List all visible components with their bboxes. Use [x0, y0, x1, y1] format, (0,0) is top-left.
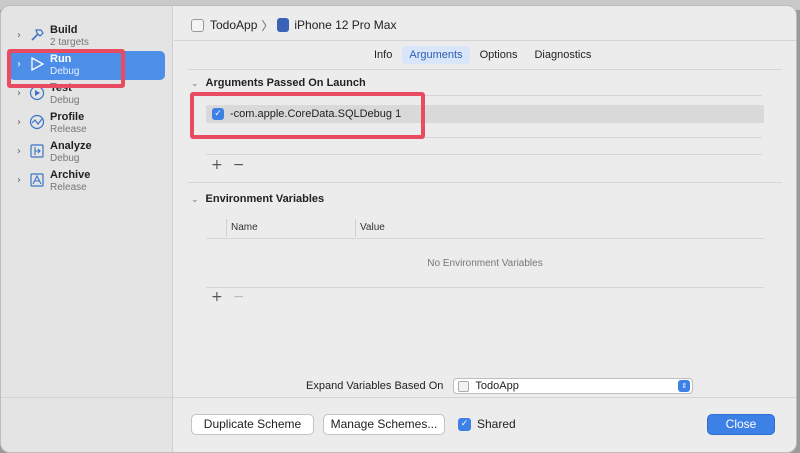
- expand-variables-label: Expand Variables Based On: [306, 380, 444, 392]
- chevron-right-icon[interactable]: ›: [17, 117, 21, 128]
- sidebar-item-profile[interactable]: › Profile Release: [9, 109, 165, 138]
- header-divider: [174, 40, 796, 41]
- sidebar-item-subtitle: Debug: [50, 153, 80, 164]
- tab-diagnostics[interactable]: Diagnostics: [527, 46, 598, 64]
- tab-info[interactable]: Info: [367, 46, 399, 64]
- sidebar-item-title: Profile: [50, 111, 85, 123]
- column-divider: [355, 219, 356, 237]
- archive-icon: [30, 173, 44, 187]
- close-button[interactable]: Close: [707, 414, 775, 435]
- analyze-icon: [30, 144, 44, 158]
- breadcrumb-device[interactable]: iPhone 12 Pro Max: [294, 18, 396, 32]
- hammer-icon: [31, 29, 44, 41]
- highlight-argument-annotation: [190, 92, 425, 139]
- target-icon: [458, 380, 470, 392]
- breadcrumb-separator: 〉: [261, 18, 274, 33]
- environment-section-label: Environment Variables: [205, 193, 325, 205]
- expand-variables-value: TodoApp: [475, 380, 519, 392]
- remove-argument-button[interactable]: −: [233, 157, 245, 173]
- highlight-run-annotation: [7, 49, 125, 88]
- sidebar-item-analyze[interactable]: › Analyze Debug: [9, 138, 165, 167]
- footer-divider: [1, 397, 796, 398]
- shared-checkbox[interactable]: ✓: [458, 417, 471, 431]
- environment-section-title[interactable]: ⌄ Environment Variables: [191, 193, 324, 205]
- sidebar-item-title: Archive: [50, 169, 91, 181]
- sidebar-item-subtitle: Debug: [50, 95, 80, 106]
- profile-icon: [29, 114, 45, 130]
- chevron-right-icon[interactable]: ›: [17, 175, 21, 186]
- section-divider: [188, 182, 782, 183]
- chevron-right-icon[interactable]: ›: [17, 146, 21, 157]
- device-icon: [277, 18, 290, 32]
- chevron-down-icon[interactable]: ⌄: [191, 195, 199, 205]
- arguments-add-remove: + −: [211, 157, 244, 173]
- chevron-down-icon[interactable]: ⌄: [191, 79, 199, 89]
- manage-schemes-button[interactable]: Manage Schemes...: [323, 414, 445, 435]
- table-bottom-divider: [206, 287, 764, 288]
- table-row-divider: [206, 154, 762, 155]
- chevron-right-icon[interactable]: ›: [17, 88, 21, 99]
- project-icon: [191, 18, 204, 32]
- tab-arguments[interactable]: Arguments: [402, 46, 470, 64]
- arguments-section-label: Arguments Passed On Launch: [205, 77, 366, 89]
- table-header-divider: [206, 238, 764, 239]
- duplicate-scheme-button[interactable]: Duplicate Scheme: [191, 414, 314, 435]
- arguments-section-title[interactable]: ⌄ Arguments Passed On Launch: [191, 77, 366, 89]
- add-argument-button[interactable]: +: [211, 157, 223, 173]
- remove-variable-button[interactable]: −: [233, 289, 245, 305]
- column-divider: [226, 219, 227, 237]
- section-divider: [188, 69, 782, 70]
- tab-options[interactable]: Options: [473, 46, 525, 64]
- scheme-actions-sidebar: › Build 2 targets › Run Debug › Test Deb…: [1, 6, 173, 452]
- shared-toggle[interactable]: ✓ Shared: [458, 417, 516, 431]
- sidebar-item-subtitle: 2 targets: [50, 37, 89, 48]
- sidebar-item-title: Analyze: [50, 140, 92, 152]
- up-down-chevron-icon: ⇕: [678, 380, 691, 392]
- sidebar-item-archive[interactable]: › Archive Release: [9, 167, 165, 196]
- empty-state-text: No Environment Variables: [427, 258, 543, 269]
- sidebar-item-title: Build: [50, 24, 78, 36]
- scheme-detail-pane: TodoApp 〉 iPhone 12 Pro Max Info Argumen…: [174, 6, 796, 452]
- add-variable-button[interactable]: +: [211, 289, 223, 305]
- expand-variables-row: Expand Variables Based On TodoApp ⇕: [306, 378, 694, 394]
- breadcrumb: TodoApp 〉 iPhone 12 Pro Max: [191, 16, 396, 34]
- environment-add-remove: + −: [211, 289, 244, 305]
- sidebar-item-subtitle: Release: [50, 124, 87, 135]
- scheme-editor-dialog: › Build 2 targets › Run Debug › Test Deb…: [0, 5, 797, 453]
- breadcrumb-project[interactable]: TodoApp: [210, 18, 257, 32]
- chevron-right-icon[interactable]: ›: [17, 30, 21, 41]
- sidebar-item-subtitle: Release: [50, 182, 87, 193]
- sidebar-item-build[interactable]: › Build 2 targets: [9, 22, 165, 51]
- shared-label: Shared: [477, 417, 516, 431]
- tab-bar: Info Arguments Options Diagnostics: [367, 46, 598, 64]
- expand-variables-select[interactable]: TodoApp ⇕: [453, 378, 694, 394]
